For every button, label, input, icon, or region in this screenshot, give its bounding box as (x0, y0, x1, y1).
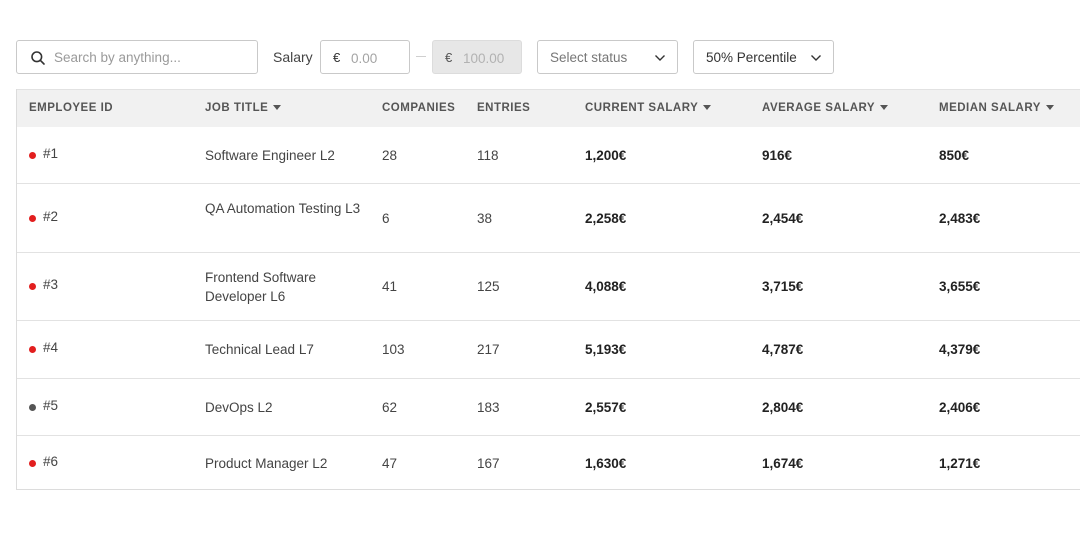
average-salary: 2,804€ (762, 400, 804, 415)
companies-count: 47 (382, 456, 398, 471)
status-dot (29, 460, 36, 467)
employee-id: #2 (43, 209, 59, 224)
status-dot (29, 283, 36, 290)
search-field[interactable] (16, 40, 258, 74)
sort-icon (703, 105, 712, 110)
job-title: Software Engineer L2 (205, 148, 335, 163)
average-salary: 1,674€ (762, 456, 804, 471)
current-salary: 1,200€ (585, 148, 627, 163)
companies-count: 41 (382, 279, 398, 294)
median-salary: 850€ (939, 148, 970, 163)
header-employee-id: EMPLOYEE ID (29, 102, 114, 114)
entries-count: 38 (477, 211, 493, 226)
job-title: DevOps L2 (205, 400, 273, 415)
header-average-salary[interactable]: AVERAGE SALARY (762, 102, 889, 114)
table-row[interactable]: #5 DevOps L2 62 183 2,557€ 2,804€ 2,406€ (17, 379, 1080, 436)
sort-icon (273, 105, 282, 110)
header-current-salary[interactable]: CURRENT SALARY (585, 102, 712, 114)
average-salary: 4,787€ (762, 342, 804, 357)
salary-label: Salary (273, 49, 313, 65)
entries-count: 167 (477, 456, 500, 471)
search-input[interactable] (54, 47, 244, 67)
entries-count: 217 (477, 342, 500, 357)
percentile-select-label: 50% Percentile (706, 50, 797, 65)
status-dot (29, 152, 36, 159)
entries-count: 118 (477, 148, 499, 163)
salary-table: EMPLOYEE ID JOB TITLE COMPANIES ENTRIES … (16, 89, 1080, 490)
job-title: Product Manager L2 (205, 456, 328, 471)
table-header: EMPLOYEE ID JOB TITLE COMPANIES ENTRIES … (17, 89, 1080, 127)
employee-id: #4 (43, 340, 59, 355)
median-salary: 1,271€ (939, 456, 981, 471)
status-dot (29, 215, 36, 222)
table-row[interactable]: #6 Product Manager L2 47 167 1,630€ 1,67… (17, 436, 1080, 489)
companies-count: 6 (382, 211, 390, 226)
job-title: Frontend Software Developer L6 (205, 270, 317, 304)
sort-icon (1045, 105, 1054, 110)
median-salary: 2,406€ (939, 400, 981, 415)
average-salary: 2,454€ (762, 211, 804, 226)
search-icon (31, 51, 45, 65)
range-separator (416, 56, 426, 57)
sort-icon (880, 105, 889, 110)
current-salary: 1,630€ (585, 456, 627, 471)
entries-count: 183 (477, 400, 500, 415)
median-salary: 2,483€ (939, 211, 981, 226)
header-median-salary[interactable]: MEDIAN SALARY (939, 102, 1054, 114)
employee-id: #5 (43, 398, 59, 413)
chevron-down-icon (655, 55, 665, 61)
employee-id: #1 (43, 146, 59, 161)
salary-min-field[interactable]: € (320, 40, 410, 74)
header-job-title[interactable]: JOB TITLE (205, 102, 282, 114)
current-salary: 2,557€ (585, 400, 627, 415)
table-row[interactable]: #3 Frontend Software Developer L6 41 125… (17, 253, 1080, 321)
job-title: Technical Lead L7 (205, 342, 314, 357)
salary-max-input[interactable] (463, 48, 515, 68)
employee-id: #3 (43, 277, 59, 292)
percentile-select[interactable]: 50% Percentile (693, 40, 834, 74)
status-select-label: Select status (550, 50, 628, 65)
currency-symbol: € (445, 50, 453, 65)
current-salary: 4,088€ (585, 279, 627, 294)
table-row[interactable]: #2 QA Automation Testing L3 6 38 2,258€ … (17, 184, 1080, 253)
table-row[interactable]: #4 Technical Lead L7 103 217 5,193€ 4,78… (17, 321, 1080, 379)
median-salary: 4,379€ (939, 342, 981, 357)
currency-symbol: € (333, 50, 341, 65)
companies-count: 62 (382, 400, 398, 415)
companies-count: 28 (382, 148, 398, 163)
table-row[interactable]: #1 Software Engineer L2 28 118 1,200€ 91… (17, 127, 1080, 184)
average-salary: 916€ (762, 148, 793, 163)
chevron-down-icon (811, 55, 821, 61)
salary-max-field[interactable]: € (432, 40, 522, 74)
status-dot (29, 404, 36, 411)
companies-count: 103 (382, 342, 405, 357)
entries-count: 125 (477, 279, 500, 294)
status-select[interactable]: Select status (537, 40, 678, 74)
salary-min-input[interactable] (351, 48, 403, 68)
header-companies: COMPANIES (382, 102, 456, 114)
employee-id: #6 (43, 454, 59, 469)
job-title: QA Automation Testing L3 (205, 201, 361, 216)
median-salary: 3,655€ (939, 279, 981, 294)
average-salary: 3,715€ (762, 279, 804, 294)
current-salary: 5,193€ (585, 342, 627, 357)
status-dot (29, 346, 36, 353)
header-entries: ENTRIES (477, 102, 531, 114)
current-salary: 2,258€ (585, 211, 627, 226)
